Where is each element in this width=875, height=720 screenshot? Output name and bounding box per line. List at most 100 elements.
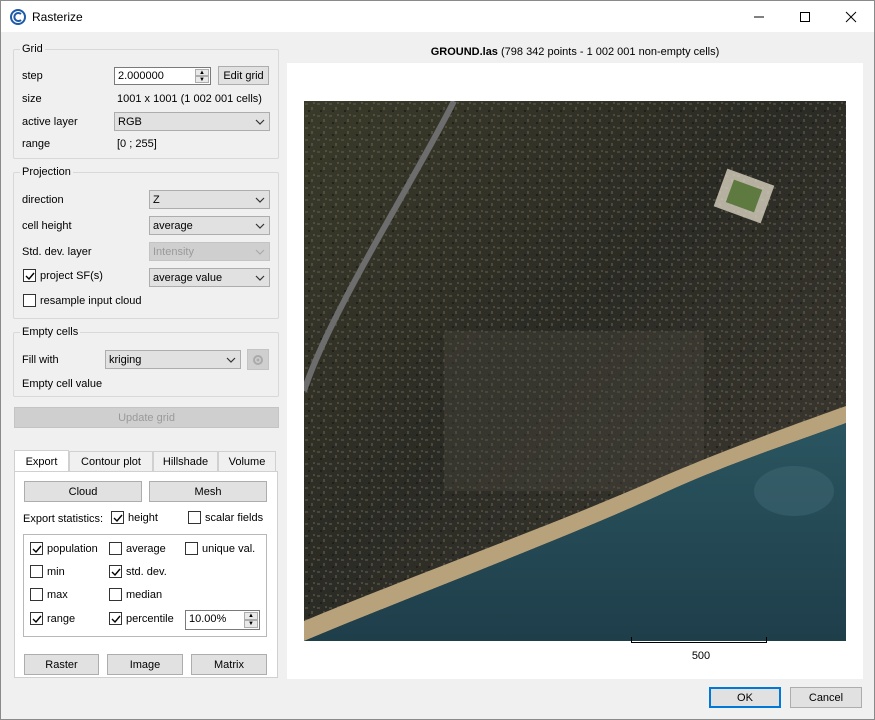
active-layer-combo[interactable]: RGB [114,112,270,131]
export-raster-button[interactable]: Raster [24,654,99,675]
minimize-icon [754,16,764,17]
max-checkbox[interactable]: max [30,588,68,601]
chevron-down-icon [255,197,265,203]
projection-group-title: Projection [20,166,73,178]
average-label: average [126,542,166,555]
ok-button[interactable]: OK [709,687,781,708]
unique-values-label: unique val. [202,542,256,555]
median-label: median [126,588,163,601]
maximize-icon [800,11,810,22]
minimize-button[interactable] [736,1,782,32]
range-stat-label: range [47,612,76,625]
tab-volume[interactable]: Volume [218,451,276,472]
scale-bar [631,637,767,643]
height-label: height [128,511,158,524]
median-checkbox[interactable]: median [109,588,162,601]
chevron-down-icon [255,119,265,125]
tab-export[interactable]: Export [14,450,69,472]
cell-height-label: cell height [22,220,72,232]
chevron-down-icon [255,249,265,255]
empty-cells-group-title: Empty cells [20,326,81,338]
percentile-value: 10.00% [189,613,227,625]
checkmark-icon [32,615,42,623]
close-button[interactable] [828,1,874,32]
range-label: range [22,138,51,150]
fill-with-label: Fill with [22,354,59,366]
checkmark-icon [25,272,35,280]
cancel-button[interactable]: Cancel [790,687,862,708]
title-bar: Rasterize [1,1,874,32]
checkmark-icon [111,615,121,623]
std-dev-layer-combo: Intensity [149,242,270,261]
active-layer-label: active layer [22,116,78,128]
range-value: [0 ; 255] [117,138,157,150]
export-statistics-label: Export statistics: [23,513,104,525]
preview-filename: GROUND.las [430,46,498,58]
std-dev-layer-label: Std. dev. layer [22,246,92,258]
tab-contour-plot[interactable]: Contour plot [69,451,153,472]
export-mesh-button[interactable]: Mesh [149,481,267,502]
max-label: max [47,588,68,601]
percentile-up-icon[interactable]: ▲ [244,612,258,620]
std-dev-layer-value: Intensity [153,246,194,258]
step-value: 2.000000 [118,70,164,82]
min-label: min [47,565,65,578]
export-matrix-button[interactable]: Matrix [191,654,267,675]
height-checkbox[interactable]: height [111,511,158,524]
resample-checkbox[interactable]: resample input cloud [23,294,142,307]
scale-label: 500 [691,650,711,662]
project-sf-checkbox[interactable]: project SF(s) [23,269,103,282]
unique-values-checkbox[interactable]: unique val. [185,542,255,555]
project-sf-value: average value [153,272,223,284]
preview-info: (798 342 points - 1 002 001 non-empty ce… [497,46,720,58]
direction-value: Z [153,194,160,206]
step-up-icon[interactable]: ▲ [195,69,209,76]
percentile-spinbox[interactable]: 10.00% ▲ ▼ [185,610,260,630]
tab-hillshade[interactable]: Hillshade [153,451,218,472]
grid-group-title: Grid [20,43,45,55]
percentile-checkbox[interactable]: percentile [109,612,174,625]
std-dev-label: std. dev. [126,565,167,578]
window-title: Rasterize [32,10,83,24]
population-label: population [47,542,98,555]
export-cloud-button[interactable]: Cloud [24,481,142,502]
std-dev-checkbox[interactable]: std. dev. [109,565,167,578]
scalar-fields-checkbox[interactable]: scalar fields [188,511,263,524]
step-spinbox[interactable]: 2.000000 ▲ ▼ [114,67,211,85]
export-image-button[interactable]: Image [107,654,183,675]
range-checkbox[interactable]: range [30,612,75,625]
maximize-button[interactable] [782,1,828,32]
min-checkbox[interactable]: min [30,565,65,578]
direction-label: direction [22,194,64,206]
update-grid-button: Update grid [14,407,279,428]
chevron-down-icon [255,223,265,229]
raster-image[interactable] [304,101,846,641]
chevron-down-icon [226,357,236,363]
fill-with-combo[interactable]: kriging [105,350,241,369]
kriging-settings-button [247,349,269,370]
size-value: 1001 x 1001 (1 002 001 cells) [117,93,262,105]
step-down-icon[interactable]: ▼ [195,76,209,83]
checkmark-icon [113,514,123,522]
project-sf-label: project SF(s) [40,269,103,282]
cloudcompare-logo-icon [10,9,26,25]
edit-grid-button[interactable]: Edit grid [218,66,269,85]
average-checkbox[interactable]: average [109,542,166,555]
rasterize-dialog: Rasterize Grid step 2.000000 ▲ ▼ Edit gr… [0,0,875,720]
close-icon [845,11,857,22]
preview-title: GROUND.las (798 342 points - 1 002 001 n… [287,46,863,58]
project-sf-combo[interactable]: average value [149,268,270,287]
active-layer-value: RGB [118,116,142,128]
size-label: size [22,93,42,105]
chevron-down-icon [255,275,265,281]
fill-with-value: kriging [109,354,142,366]
cell-height-combo[interactable]: average [149,216,270,235]
cell-height-value: average [153,220,193,232]
percentile-down-icon[interactable]: ▼ [244,620,258,628]
population-checkbox[interactable]: population [30,542,98,555]
checkmark-icon [111,568,121,576]
scalar-fields-label: scalar fields [205,511,264,524]
step-label: step [22,70,43,82]
direction-combo[interactable]: Z [149,190,270,209]
resample-label: resample input cloud [40,294,142,307]
